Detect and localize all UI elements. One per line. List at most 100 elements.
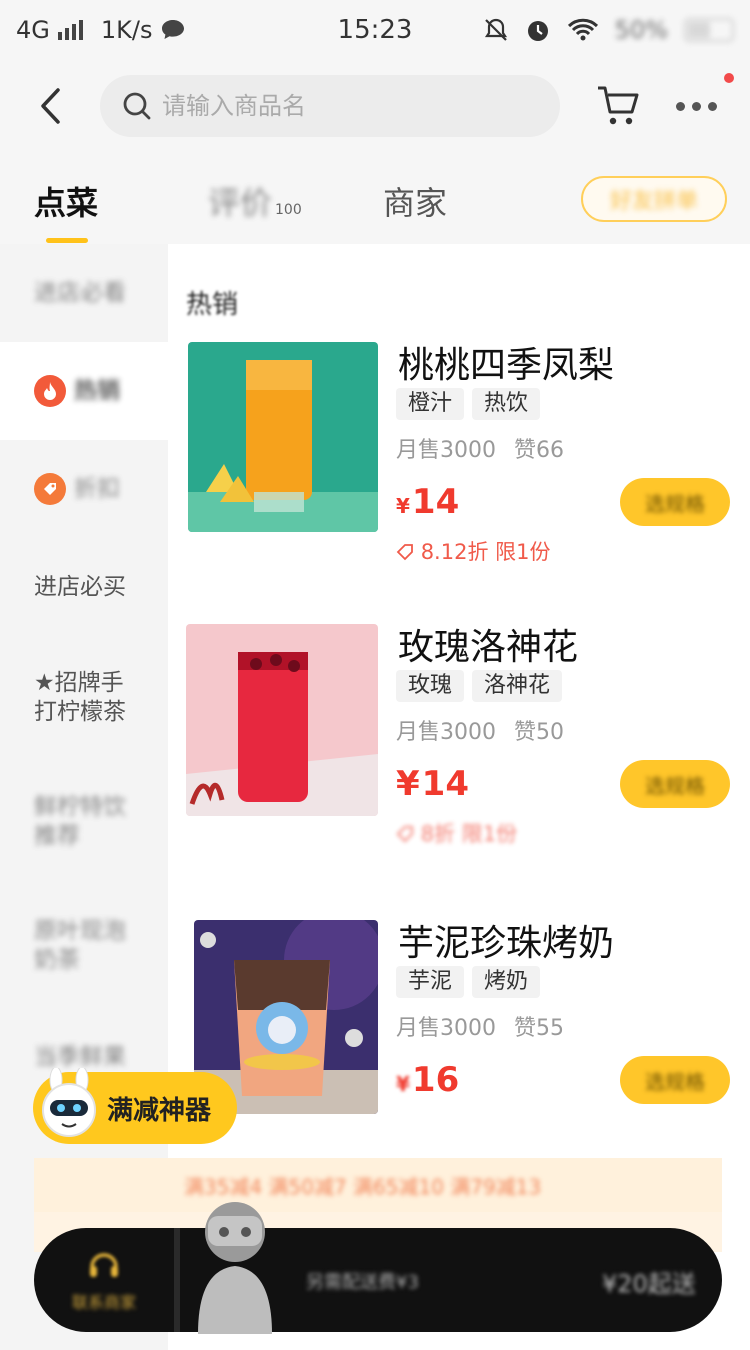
discount-icon (34, 473, 66, 505)
discount-text: 8.12折 限1份 (420, 540, 551, 564)
product-tags: 玫瑰 洛神花 (396, 670, 563, 702)
product-stats: 月售3000 赞66 (396, 432, 564, 464)
tab-merchant[interactable]: 商家 (383, 178, 447, 224)
product-name: 芋泥珍珠烤奶 (398, 923, 615, 964)
label-line: ★招牌手 (34, 670, 124, 696)
contact-merchant-button[interactable]: 联系商家 (34, 1228, 174, 1332)
sidebar-item-lemon-tea[interactable]: ★招牌手打柠檬茶 (0, 636, 168, 760)
battery-icon (684, 18, 734, 42)
button-label: 选规格 (645, 773, 705, 798)
discount-tag-icon (396, 826, 413, 843)
label-line: 鲜柠特饮 (34, 794, 126, 820)
flame-icon (34, 375, 66, 407)
currency-symbol: ¥ (396, 1072, 410, 1096)
product-price: ¥16 (396, 1060, 459, 1100)
product-tags: 芋泥 烤奶 (396, 966, 541, 998)
like-count: 赞66 (514, 438, 564, 463)
status-bar: 4G 1K/s 15:23 50% (0, 0, 750, 60)
sidebar-item-milk-tea[interactable]: 原叶现泡 奶茶 (0, 884, 168, 1008)
min-order-amount: ¥20起送 (602, 1270, 696, 1298)
like-count: 赞50 (514, 720, 564, 745)
back-button[interactable] (0, 60, 100, 152)
more-dot (708, 101, 717, 111)
product-tag: 烤奶 (472, 966, 541, 998)
product-image[interactable] (188, 342, 378, 532)
back-arrow-icon (41, 88, 60, 124)
search-bar[interactable] (100, 75, 560, 137)
active-tab-indicator (46, 238, 88, 243)
monthly-sales: 月售3000 (396, 1016, 496, 1041)
search-icon (123, 92, 151, 120)
more-dot (692, 101, 701, 111)
product-name: 桃桃四季凤梨 (398, 345, 615, 386)
cart-mascot-icon (198, 1202, 272, 1334)
cart-icon (598, 86, 639, 125)
section-title-text: 热销 (186, 290, 239, 320)
sidebar-item-label: 热销 (74, 377, 120, 404)
sidebar-item-discount[interactable]: 折扣 (0, 440, 168, 538)
tab-merchant-label: 商家 (383, 184, 448, 222)
sidebar-item-label: 原叶现泡 奶茶 (34, 917, 126, 975)
label-line: 原叶现泡 (34, 918, 126, 944)
sidebar-item-label: 折扣 (74, 475, 120, 502)
label-line: 打柠檬茶 (34, 699, 126, 725)
product-stats: 月售3000 赞55 (396, 1010, 564, 1042)
sidebar-item-special-drinks[interactable]: 鲜柠特饮 推荐 (0, 760, 168, 884)
product-stats: 月售3000 赞50 (396, 714, 564, 746)
tab-order[interactable]: 点菜 (34, 178, 98, 224)
product-tag: 玫瑰 (396, 670, 465, 702)
sidebar-item-must-see[interactable]: 进店必看 (0, 244, 168, 342)
notification-dot (724, 73, 734, 83)
message-icon (162, 20, 185, 39)
button-label: 选规格 (645, 1069, 705, 1094)
product-tag: 芋泥 (396, 966, 465, 998)
tab-reviews-label: 评价 (208, 184, 273, 222)
product-tag: 热饮 (472, 388, 541, 420)
delivery-fee: 另需配送费¥3 (306, 1272, 419, 1293)
section-title: 热销 (186, 284, 238, 321)
group-order-button[interactable]: 好友拼单 (581, 176, 727, 222)
product-card[interactable]: 玫瑰洛神花 玫瑰 洛神花 月售3000 赞50 ¥14 8折 限1份 选规格 (168, 624, 750, 864)
promo-strip: 满35减4 满50减7 满65减10 满79减13 (34, 1158, 722, 1212)
contact-label: 联系商家 (71, 1293, 136, 1312)
monthly-sales: 月售3000 (396, 720, 496, 745)
product-name: 玫瑰洛神花 (398, 627, 579, 668)
currency-symbol: ¥ (396, 764, 420, 804)
battery-percent: 50% (614, 16, 668, 44)
button-label: 选规格 (645, 491, 705, 516)
sidebar-item-must-buy[interactable]: 进店必买 (0, 538, 168, 636)
tab-order-label: 点菜 (34, 184, 99, 222)
sidebar-item-label: 鲜柠特饮 推荐 (34, 793, 126, 851)
mute-bell-icon (484, 18, 507, 41)
select-spec-button[interactable]: 选规格 (620, 1056, 730, 1104)
product-price: ¥14 (396, 764, 469, 804)
more-dot (676, 101, 685, 111)
reviews-count: 100 (275, 202, 302, 218)
badge-label: 满减神器 (107, 1095, 212, 1126)
product-tag: 洛神花 (472, 670, 563, 702)
monthly-sales: 月售3000 (396, 438, 496, 463)
like-count: 赞55 (514, 1016, 564, 1041)
label-line: 推荐 (34, 823, 80, 849)
search-input[interactable] (162, 92, 522, 120)
product-image[interactable] (186, 624, 378, 816)
juice-glass-image (188, 342, 378, 532)
robot-mascot-icon (42, 1068, 96, 1137)
rose-drink-image (186, 624, 378, 816)
price-value: 14 (421, 764, 469, 804)
select-spec-button[interactable]: 选规格 (620, 478, 730, 526)
sidebar-item-label: ★招牌手打柠檬茶 (34, 669, 126, 727)
product-card[interactable]: 芋泥珍珠烤奶 芋泥 烤奶 月售3000 赞55 ¥16 选规格 (168, 920, 750, 1160)
more-button[interactable] (676, 86, 732, 126)
discount-info: 8.12折 限1份 (396, 536, 550, 566)
label-line: 奶茶 (34, 947, 80, 973)
sidebar-item-label: 进店必看 (34, 279, 126, 306)
product-card[interactable]: 桃桃四季凤梨 橙汁 热饮 月售3000 赞66 ¥14 8.12折 限1份 选规格 (168, 342, 750, 582)
select-spec-button[interactable]: 选规格 (620, 760, 730, 808)
sidebar-item-hot[interactable]: 热销 (0, 342, 168, 440)
headset-icon (90, 1253, 118, 1277)
alarm-icon (527, 21, 548, 41)
tab-reviews[interactable]: 评价 100 (208, 178, 302, 224)
cart-button[interactable] (594, 80, 644, 130)
wifi-icon (567, 18, 598, 41)
